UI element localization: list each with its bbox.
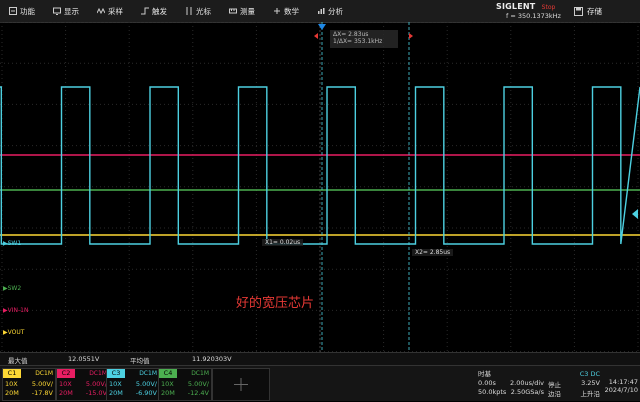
channel-4-box[interactable]: C4 DC1M 10X 5.00V/ 20M -12.4V [158,368,212,401]
channel-scale: 5.00V/ [85,380,107,388]
add-channel-box[interactable] [212,368,270,401]
channel-scale: 5.00V/ [135,380,157,388]
channel-coupling: DC1M [191,370,209,377]
cursor-x1-label: X1= 0.02us [262,239,304,246]
channel-tag: C1 [3,369,21,378]
trigger-level-marker[interactable] [632,209,638,219]
clock-time: 14:17:47 [608,378,638,386]
channel-probe: 10X [109,380,122,388]
channel-offset: -12.4V [187,389,209,397]
channel-marker-vout[interactable]: ▶VOUT [1,328,26,337]
frequency-readout: f = 350.1373kHz [506,12,561,20]
run-status[interactable]: Stop [542,4,556,11]
channel-1-box[interactable]: C1 DC1M 10X 5.00V/ 20M -17.8V [2,368,56,401]
trigger-slope: 上升沿 [580,390,601,398]
trigger-icon [141,7,149,15]
menu-measure[interactable]: 测量 [220,0,264,22]
menu-label: 采样 [108,6,123,16]
timebase-points: 50.0kpts [478,388,507,396]
menu-acquire[interactable]: 采样 [88,0,132,22]
mean-label: 平均值 [130,357,150,365]
add-icon [234,378,248,391]
trigger-position-marker[interactable] [318,24,326,30]
trigger-type: 边沿 [548,390,561,398]
channel-bw: 20M [59,389,73,397]
channel-tag: C3 [107,369,125,378]
menu-label: 分析 [328,6,343,16]
trigger-level: 3.25V [581,379,600,387]
channel-marker-sw1[interactable]: ▶SW1 [1,239,23,248]
brand-area: SIGLENT Stop f = 350.1373kHz [496,2,582,20]
measure-icon [229,8,237,14]
channel-probe: 10X [5,380,18,388]
max-label: 最大值 [8,357,28,365]
timebase-scale: 2.00us/div [510,379,544,387]
acquire-icon [97,7,105,15]
math-icon [274,8,280,14]
waveform-display[interactable] [0,22,640,352]
cursor-arrow-left-icon [314,33,318,39]
timebase-delay: 0.00s [478,379,496,387]
save-label: 存储 [587,6,602,16]
menu-label: 显示 [64,6,79,16]
menu-display[interactable]: 显示 [44,0,88,22]
menu-math[interactable]: 数学 [264,0,308,22]
status-panel: C1 DC1M 10X 5.00V/ 20M -17.8V C2 DC1M 10X 5… [0,365,640,401]
menu-label: 光标 [196,6,211,16]
menu-label: 功能 [20,6,35,16]
timebase-label: 时基 [478,370,491,378]
mean-value: 11.920303V [192,355,232,363]
measurement-bar[interactable]: 最大值 12.0551V 平均值 11.920303V [0,352,640,365]
channel-bw: 20M [161,389,175,397]
menu-function[interactable]: 功能 [0,0,44,22]
channel-offset: -17.8V [31,389,53,397]
cursor-inverse: 1/ΔX= 353.1kHz [333,38,383,45]
cursor-x2-label: X2= 2.85us [412,249,454,256]
graticule [0,22,640,352]
channel-tag: C4 [159,369,177,378]
channel-probe: 10X [161,380,174,388]
channel-coupling: DC1M [89,370,107,377]
menu-label: 触发 [152,6,167,16]
display-icon [53,7,61,15]
channel-coupling: DC1M [139,370,157,377]
clock: 14:17:47 2024/7/10 [604,378,638,394]
analysis-icon [318,8,325,14]
annotation-text: 好的宽压芯片 [236,296,315,311]
cursor-delta-box: ΔX= 2.83us 1/ΔX= 353.1kHz [330,30,398,48]
channel-bw: 20M [109,389,123,397]
channel-coupling: DC1M [35,370,53,377]
trigger-source: C3 DC [579,370,600,378]
channel-marker-sw2[interactable]: ▶SW2 [1,284,23,293]
cursor-delta: ΔX= 2.83us [333,31,369,38]
menu-trigger[interactable]: 触发 [132,0,176,22]
menu-analysis[interactable]: 分析 [308,0,352,22]
cursor-icon [186,7,192,15]
menu-cursor[interactable]: 光标 [176,0,220,22]
channel-scale: 5.00V/ [31,380,53,388]
channel-bw: 20M [5,389,19,397]
timebase-box[interactable]: 时基 0.00s 2.00us/div 50.0kpts 2.50GSa/s [476,368,546,399]
timebase-rate: 2.50GSa/s [510,388,544,396]
channel-marker-vin[interactable]: ▶VIN-1N [1,306,30,315]
channel-offset: -15.0V [85,389,107,397]
menu-label: 数学 [284,6,299,16]
max-value: 12.0551V [68,355,100,363]
brand-logo: SIGLENT [496,2,536,11]
function-icon [9,7,17,15]
clock-date: 2024/7/10 [604,386,638,394]
channel-2-box[interactable]: C2 DC1M 10X 5.00V/ 20M -15.0V [56,368,110,401]
menu-label: 测量 [240,6,255,16]
cursor-arrow-right-icon [409,33,413,39]
channel-tag: C2 [57,369,75,378]
channel-3-box[interactable]: C3 DC1M 10X 5.00V/ 20M -6.90V [106,368,160,401]
channel-scale: 5.00V/ [187,380,209,388]
channel-probe: 10X [59,380,72,388]
save-icon [574,6,583,16]
trigger-box[interactable]: C3 DC 停止 3.25V 边沿 上升沿 [546,368,602,399]
channel-offset: -6.90V [135,389,157,397]
save-button[interactable]: 存储 [574,0,602,22]
